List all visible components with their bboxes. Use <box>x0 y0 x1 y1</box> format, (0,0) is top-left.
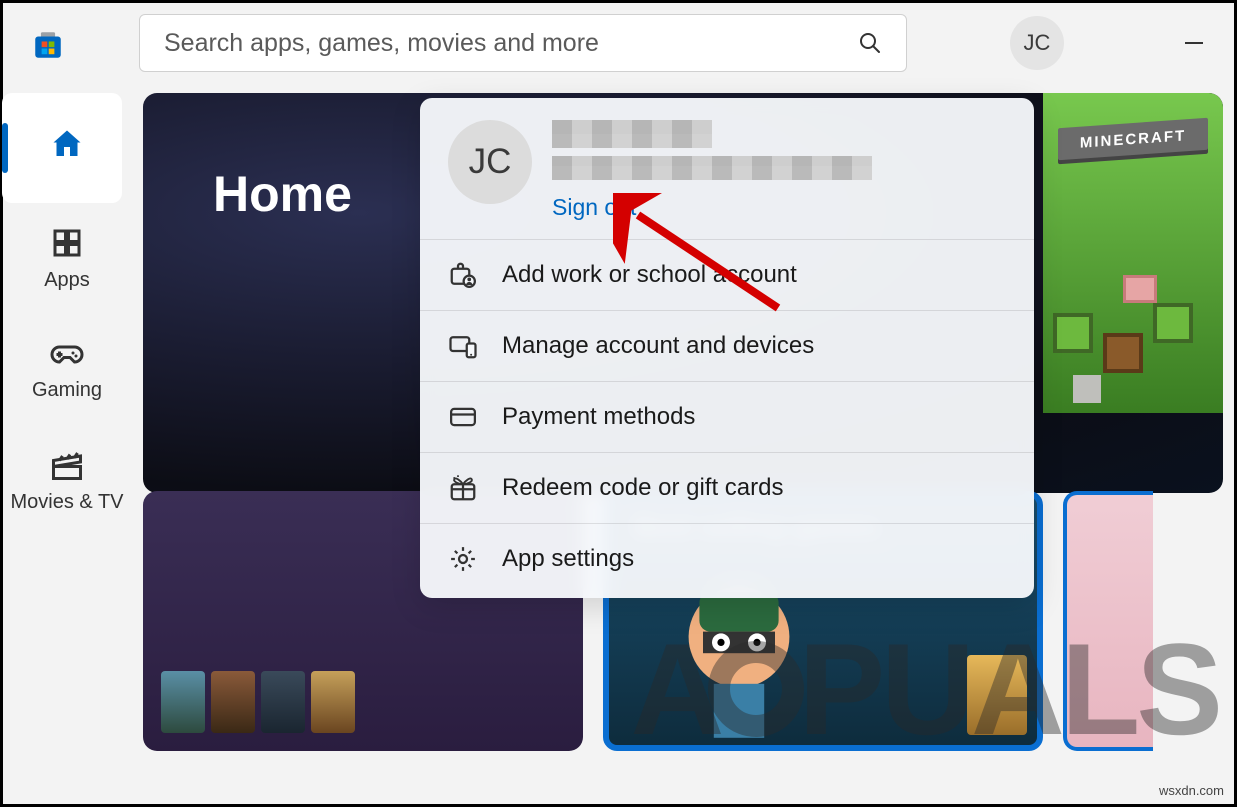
search-box[interactable] <box>139 14 907 72</box>
movie-thumb <box>311 671 355 733</box>
avatar-initials: JC <box>469 142 512 182</box>
user-email-redacted <box>552 156 872 180</box>
user-avatar-button[interactable]: JC <box>1010 16 1064 70</box>
sign-out-link[interactable]: Sign out <box>552 194 636 221</box>
gear-icon <box>448 544 478 574</box>
watermark-wsxdn: wsxdn.com <box>1159 783 1224 798</box>
menu-label: Payment methods <box>502 403 695 431</box>
search-input[interactable] <box>164 29 858 58</box>
credit-card-icon <box>448 402 478 432</box>
movie-thumb <box>261 671 305 733</box>
sidebar-item-home[interactable] <box>2 93 122 203</box>
menu-item-manage-account[interactable]: Manage account and devices <box>420 310 1034 381</box>
menu-label: App settings <box>502 545 634 573</box>
movie-thumb <box>211 671 255 733</box>
minimize-button[interactable] <box>1174 23 1214 63</box>
content-card-partial[interactable] <box>1063 491 1153 751</box>
menu-item-settings[interactable]: App settings <box>420 523 1034 594</box>
minecraft-logo: MINECRAFT <box>1058 118 1208 160</box>
flyout-header: JC Sign out <box>420 98 1034 239</box>
avatar: JC <box>448 120 532 204</box>
user-initials: JC <box>1024 30 1051 56</box>
clapperboard-icon <box>49 447 85 483</box>
apps-icon <box>49 225 85 261</box>
gift-icon <box>448 473 478 503</box>
menu-label: Redeem code or gift cards <box>502 474 783 502</box>
sidebar-item-apps[interactable]: Apps <box>7 203 127 313</box>
sidebar: Apps Gaming Movies & TV <box>3 83 131 804</box>
microsoft-store-logo-icon <box>31 28 65 62</box>
user-name-redacted <box>552 120 712 148</box>
featured-tile-minecraft[interactable]: MINECRAFT <box>1043 93 1223 413</box>
menu-item-redeem[interactable]: Redeem code or gift cards <box>420 452 1034 523</box>
sidebar-item-movies[interactable]: Movies & TV <box>7 423 127 538</box>
movie-thumb <box>161 671 205 733</box>
menu-label: Manage account and devices <box>502 332 814 360</box>
briefcase-user-icon <box>448 260 478 290</box>
menu-label: Add work or school account <box>502 261 797 289</box>
top-bar: JC <box>3 3 1234 83</box>
sidebar-label-gaming: Gaming <box>32 379 102 402</box>
home-icon <box>49 126 85 162</box>
sidebar-label-apps: Apps <box>44 269 90 292</box>
account-flyout: JC Sign out Add work or school account M… <box>420 98 1034 598</box>
gamepad-icon <box>49 335 85 371</box>
sidebar-item-gaming[interactable]: Gaming <box>7 313 127 423</box>
sidebar-label-movies: Movies & TV <box>11 491 124 514</box>
menu-item-payment[interactable]: Payment methods <box>420 381 1034 452</box>
search-icon[interactable] <box>858 31 882 55</box>
game-thumb <box>967 655 1027 735</box>
menu-item-add-account[interactable]: Add work or school account <box>420 239 1034 310</box>
page-title: Home <box>213 165 352 223</box>
devices-icon <box>448 331 478 361</box>
